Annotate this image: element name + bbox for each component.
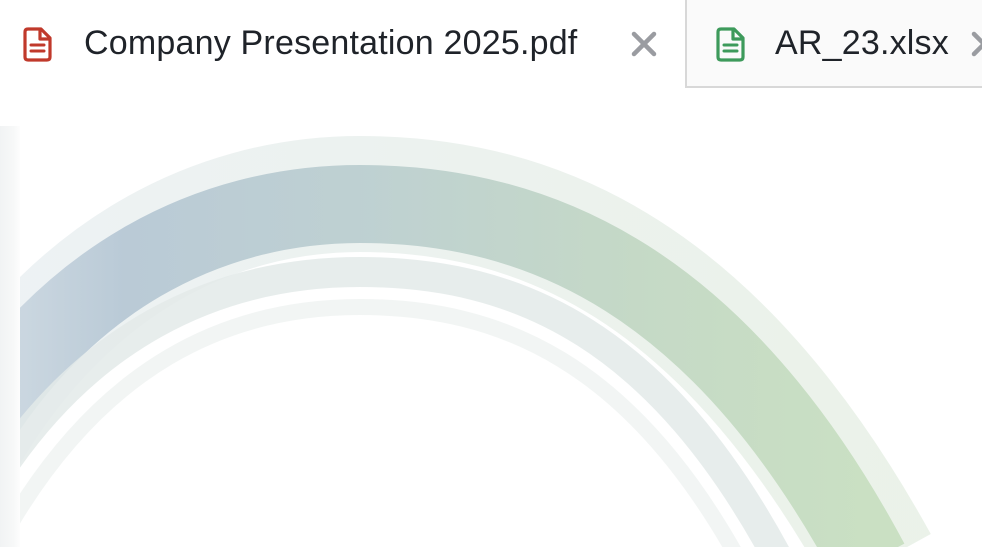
pdf-page [20,122,982,547]
close-icon[interactable] [970,30,982,58]
close-icon[interactable] [630,30,658,58]
document-viewer-app: Company Presentation 2025.pdf AR_23.xlsx [0,0,982,547]
tab-company-presentation[interactable]: Company Presentation 2025.pdf [0,0,686,88]
page-shadow [0,126,22,547]
tab-label: Company Presentation 2025.pdf [84,24,578,62]
document-preview[interactable] [0,88,982,547]
tab-ar-23[interactable]: AR_23.xlsx [685,0,982,88]
tab-bar: Company Presentation 2025.pdf AR_23.xlsx [0,0,982,88]
pdf-file-icon [22,26,54,62]
tab-label: AR_23.xlsx [775,24,949,62]
spreadsheet-file-icon [715,26,747,62]
arc-graphic [20,135,931,547]
